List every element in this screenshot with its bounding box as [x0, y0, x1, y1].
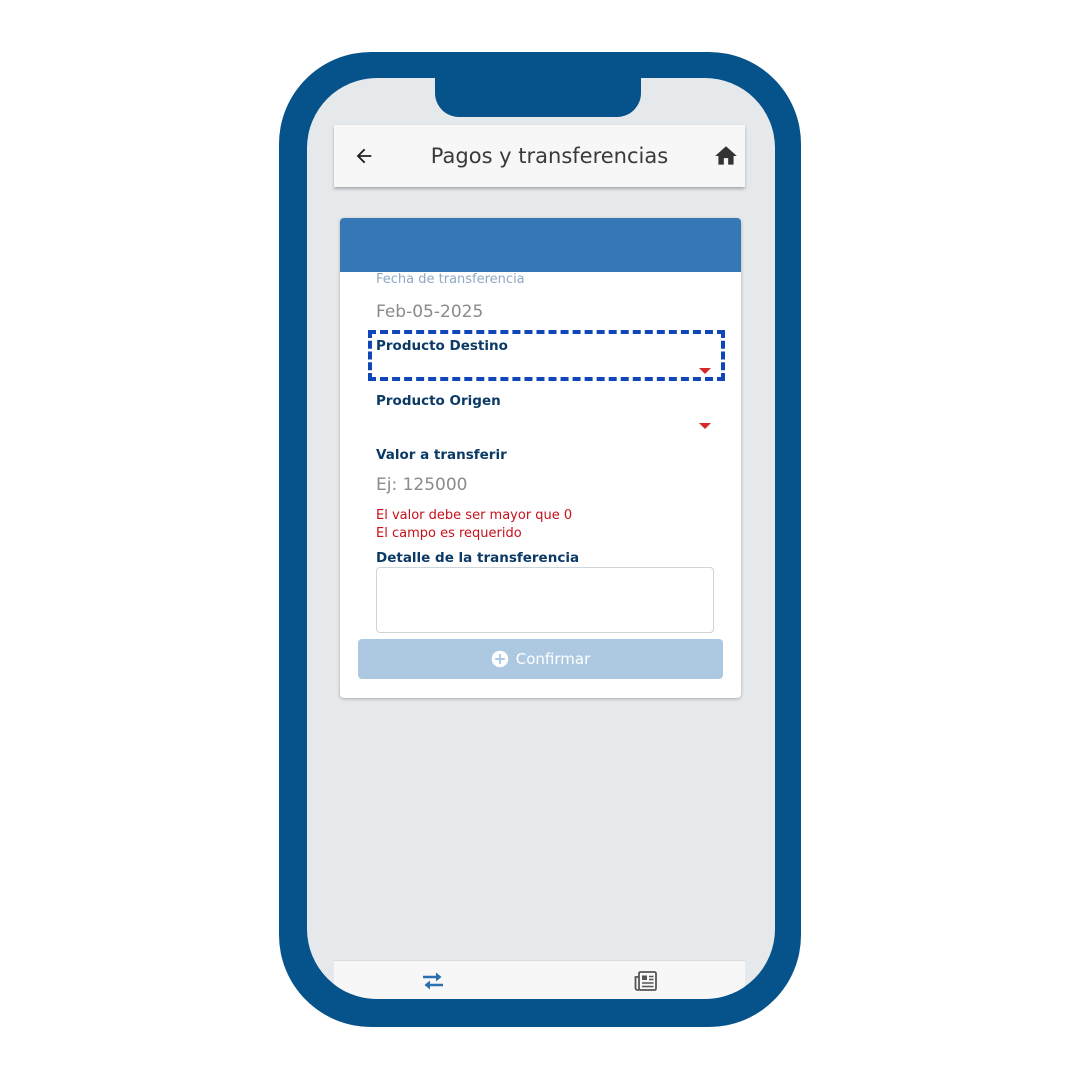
plus-circle-icon — [491, 650, 508, 668]
nav-news[interactable] — [632, 968, 660, 994]
phone-screen: Pagos y transferencias Fecha de transfer… — [307, 78, 775, 999]
newspaper-icon — [634, 971, 657, 991]
transfer-form-card: Fecha de transferencia Feb-05-2025 Produ… — [340, 218, 741, 698]
origin-product-label: Producto Origen — [376, 393, 501, 409]
origin-product-select[interactable] — [376, 414, 716, 440]
phone-notch — [435, 70, 641, 117]
home-button[interactable] — [713, 143, 739, 169]
error-message: El valor debe ser mayor que 0 — [376, 508, 573, 523]
destination-product-select[interactable] — [376, 359, 716, 385]
date-value: Feb-05-2025 — [376, 302, 484, 322]
error-message: El campo es requerido — [376, 526, 522, 541]
transfer-arrows-icon — [423, 972, 443, 990]
destination-product-label: Producto Destino — [376, 338, 508, 354]
caret-down-icon — [699, 423, 711, 429]
bottom-nav — [334, 960, 745, 999]
arrow-left-icon — [356, 148, 372, 164]
card-header — [340, 218, 741, 272]
caret-down-icon — [699, 368, 711, 374]
amount-label: Valor a transferir — [376, 447, 507, 463]
home-icon — [715, 146, 737, 165]
confirm-label: Confirmar — [515, 650, 591, 668]
amount-input[interactable] — [376, 472, 706, 498]
confirm-button[interactable]: Confirmar — [358, 639, 723, 679]
date-label: Fecha de transferencia — [376, 272, 525, 287]
nav-transfers[interactable] — [419, 968, 447, 994]
detail-textarea[interactable] — [376, 567, 714, 633]
detail-label: Detalle de la transferencia — [376, 550, 580, 566]
app-bar: Pagos y transferencias — [334, 125, 745, 187]
page-title: Pagos y transferencias — [430, 144, 669, 168]
back-button[interactable] — [350, 142, 378, 170]
